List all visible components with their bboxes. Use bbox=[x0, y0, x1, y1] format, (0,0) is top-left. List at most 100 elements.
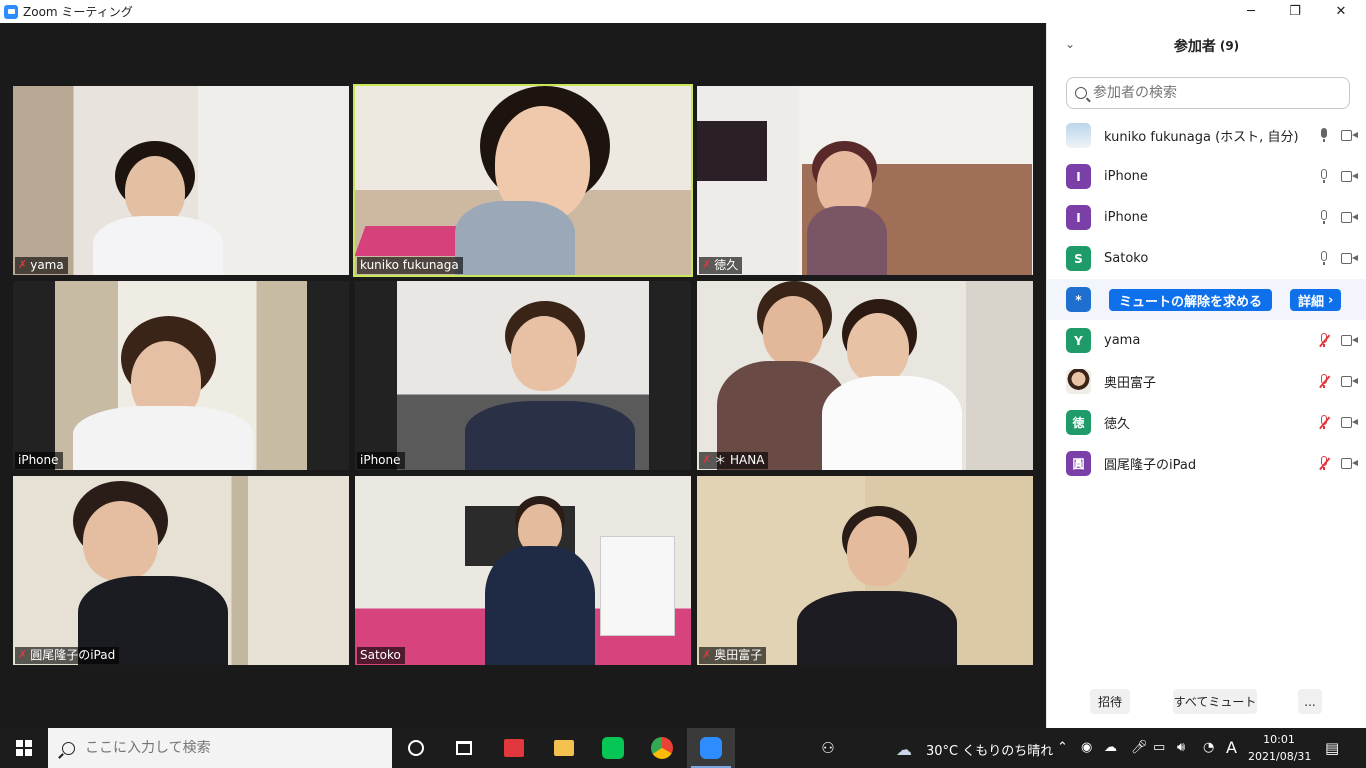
participant-name: kuniko fukunaga (ホスト, 自分) bbox=[1104, 130, 1299, 145]
windows-icon bbox=[16, 740, 32, 756]
video-tile[interactable]: Satoko bbox=[355, 476, 691, 665]
tile-name: Satoko bbox=[360, 648, 401, 662]
clock-time[interactable]: 10:01 bbox=[1248, 733, 1310, 746]
video-tile[interactable]: iPhone bbox=[13, 281, 349, 470]
mute-all-button[interactable]: すべてミュート bbox=[1173, 689, 1257, 714]
timeline-button[interactable] bbox=[440, 728, 488, 768]
tile-label: kuniko fukunaga bbox=[357, 257, 463, 274]
ime-indicator[interactable]: A bbox=[1226, 738, 1237, 757]
tile-label: ✗ 圓尾隆子のiPad bbox=[15, 647, 120, 664]
ask-to-unmute-button[interactable]: ミュートの解除を求める bbox=[1109, 289, 1273, 311]
mic-muted-icon: ✗ bbox=[18, 258, 28, 271]
participant-name: Satoko bbox=[1104, 251, 1149, 266]
invite-button[interactable]: 招待 bbox=[1090, 689, 1130, 714]
avatar: 徳 bbox=[1066, 410, 1091, 435]
avatar: S bbox=[1066, 246, 1091, 271]
taskbar-search-input[interactable] bbox=[85, 740, 365, 756]
microphone-tray-icon[interactable]: 🎤︎ bbox=[1131, 740, 1148, 755]
mic-icon bbox=[1319, 128, 1329, 143]
participant-search-input[interactable] bbox=[1093, 85, 1333, 101]
app-zoom[interactable] bbox=[687, 728, 735, 768]
participant-search[interactable] bbox=[1066, 77, 1350, 109]
avatar: Y bbox=[1066, 328, 1091, 353]
search-icon bbox=[62, 741, 75, 755]
participant-name: 徳久 bbox=[1104, 417, 1131, 432]
participant-row-hovered[interactable]: * ミュートの解除を求める 詳細 › bbox=[1047, 279, 1366, 320]
mic-icon bbox=[1319, 169, 1329, 184]
folder-icon bbox=[554, 740, 574, 756]
participant-list: kuniko fukunaga (ホスト, 自分) I iPhone I iPh… bbox=[1047, 115, 1366, 484]
video-tile-active-speaker[interactable]: kuniko fukunaga bbox=[353, 84, 693, 277]
task-view-button[interactable] bbox=[392, 728, 440, 768]
participant-row[interactable]: 徳 徳久 bbox=[1047, 402, 1366, 443]
participant-name: iPhone bbox=[1104, 169, 1148, 184]
tile-name: 圓尾隆子のiPad bbox=[30, 648, 116, 662]
participant-name: 圓尾隆子のiPad bbox=[1104, 458, 1197, 473]
panel-footer: 招待 すべてミュート ... bbox=[1047, 687, 1366, 717]
video-tile[interactable]: ✗ 徳久 bbox=[697, 86, 1033, 275]
tile-name: yama bbox=[30, 258, 64, 272]
participant-count: (9) bbox=[1219, 39, 1240, 53]
close-button[interactable]: ✕ bbox=[1318, 0, 1364, 23]
participant-row[interactable]: kuniko fukunaga (ホスト, 自分) bbox=[1047, 115, 1366, 156]
video-tile[interactable]: iPhone bbox=[355, 281, 691, 470]
minimize-button[interactable]: ─ bbox=[1228, 0, 1274, 23]
camera-icon bbox=[1341, 417, 1358, 428]
camera-icon bbox=[1341, 458, 1358, 469]
app-line[interactable] bbox=[589, 728, 637, 768]
avatar: * bbox=[1066, 287, 1091, 312]
participants-panel: ⌄ 参加者 (9) kuniko fukunaga (ホスト, 自分) I iP… bbox=[1046, 23, 1366, 728]
chrome-icon bbox=[651, 737, 673, 759]
mic-muted-icon bbox=[1319, 333, 1329, 348]
tile-name: 奥田富子 bbox=[714, 648, 763, 662]
camera-icon bbox=[1341, 171, 1358, 182]
camera-icon bbox=[1341, 130, 1358, 141]
video-tile[interactable]: ✗ 圓尾隆子のiPad bbox=[13, 476, 349, 665]
participant-row[interactable]: 圓 圓尾隆子のiPad bbox=[1047, 443, 1366, 484]
taskbar: ⚇ ☁ 30°C くもりのち晴れ ⌃ ◉ ☁ 🎤︎ ▭ 🔊︎ ◔ A 10:01… bbox=[0, 728, 1366, 768]
app-file-explorer[interactable] bbox=[540, 728, 588, 768]
battery-icon[interactable]: ▭ bbox=[1153, 740, 1165, 755]
mic-muted-icon: ✗ bbox=[18, 648, 28, 661]
onedrive-icon[interactable]: ☁ bbox=[1104, 740, 1117, 755]
app-chrome[interactable] bbox=[638, 728, 686, 768]
camera-icon bbox=[1341, 212, 1358, 223]
video-tile[interactable]: ✗ 奥田富子 bbox=[697, 476, 1033, 665]
people-button[interactable]: ⚇ bbox=[804, 728, 852, 768]
tile-label: ✗ 奥田富子 bbox=[699, 647, 767, 664]
clock-date[interactable]: 2021/08/31 bbox=[1248, 750, 1311, 763]
search-icon bbox=[1075, 87, 1087, 99]
notification-icon[interactable]: ▤ bbox=[1325, 739, 1339, 757]
window-title: Zoom ミーティング bbox=[23, 5, 133, 19]
app-gift[interactable] bbox=[490, 728, 538, 768]
wifi-icon[interactable]: ◔ bbox=[1203, 740, 1214, 755]
chevron-up-icon[interactable]: ⌃ bbox=[1057, 740, 1068, 755]
zoom-logo-icon bbox=[4, 4, 18, 19]
avatar: 圓 bbox=[1066, 451, 1091, 476]
tile-label: ✗ 徳久 bbox=[699, 257, 743, 274]
volume-icon[interactable]: 🔊︎ bbox=[1177, 740, 1185, 755]
tile-label: ✗ ＊ HANA bbox=[699, 452, 769, 469]
start-button[interactable] bbox=[0, 728, 48, 768]
participant-row[interactable]: I iPhone bbox=[1047, 197, 1366, 238]
task-view-icon bbox=[456, 741, 472, 755]
tile-name: ＊ HANA bbox=[714, 453, 765, 467]
participant-row[interactable]: S Satoko bbox=[1047, 238, 1366, 279]
chevron-down-icon[interactable]: ⌄ bbox=[1065, 37, 1075, 51]
chevron-right-icon: › bbox=[1328, 292, 1334, 308]
camera-tray-icon[interactable]: ◉ bbox=[1081, 740, 1092, 755]
video-tile[interactable]: ✗ ＊ HANA bbox=[697, 281, 1033, 470]
video-tile[interactable]: ✗ yama bbox=[13, 86, 349, 275]
more-options-button[interactable]: ... bbox=[1298, 689, 1322, 714]
weather-text[interactable]: 30°C くもりのち晴れ bbox=[926, 740, 1053, 759]
participant-row[interactable]: 奥田富子 bbox=[1047, 361, 1366, 402]
participant-row[interactable]: I iPhone bbox=[1047, 156, 1366, 197]
taskbar-search[interactable] bbox=[48, 728, 392, 768]
mic-muted-icon: ✗ bbox=[702, 453, 712, 466]
participant-row[interactable]: Y yama bbox=[1047, 320, 1366, 361]
mic-muted-icon bbox=[1319, 415, 1329, 430]
title-bar: Zoom ミーティング ─ ❐ ✕ bbox=[0, 0, 1366, 23]
more-button[interactable]: 詳細 › bbox=[1290, 289, 1342, 311]
zoom-icon bbox=[700, 737, 722, 759]
restore-button[interactable]: ❐ bbox=[1272, 0, 1318, 23]
